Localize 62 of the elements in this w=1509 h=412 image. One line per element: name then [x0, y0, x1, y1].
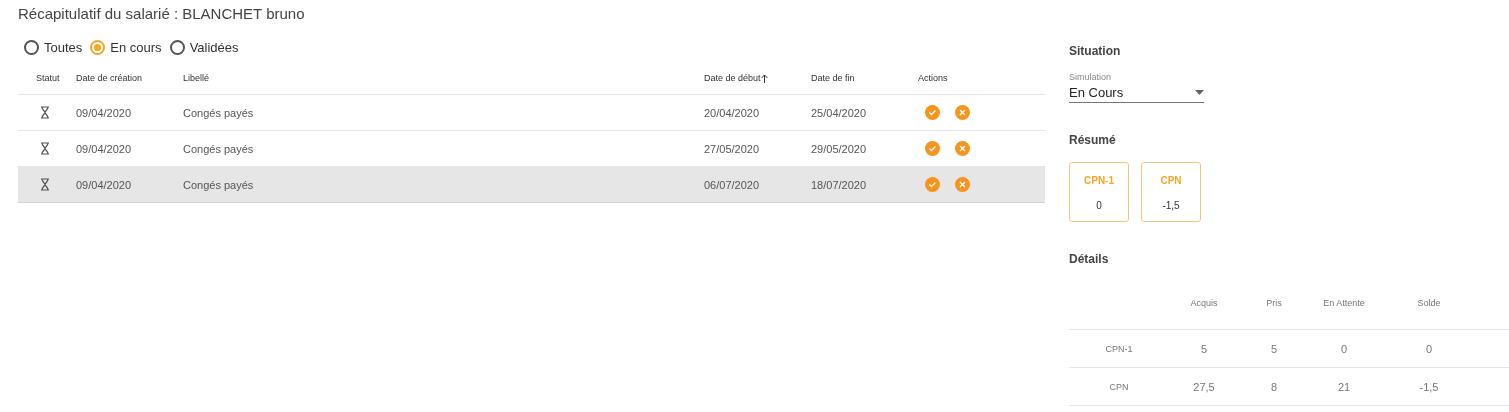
table-cell: 21	[1337, 380, 1351, 393]
table-cell-text: Congés payés	[183, 178, 255, 191]
column-header: Pris	[1266, 297, 1282, 308]
simulation-select[interactable]: En Cours	[1069, 82, 1204, 103]
table-cell: 0	[1425, 342, 1433, 355]
reject-button[interactable]	[955, 141, 970, 156]
column-header: Date de création	[76, 73, 144, 83]
approve-button[interactable]	[925, 177, 940, 192]
dropdown-icon	[1195, 89, 1204, 95]
column-header: En Attente	[1323, 297, 1365, 308]
hourglass-icon	[40, 106, 50, 119]
card-value: -1,5	[1162, 200, 1180, 211]
filter-radio[interactable]: Toutes	[24, 39, 83, 55]
table-cell-text: 18/07/2020	[811, 178, 868, 191]
table-cell-text: 06/07/2020	[704, 178, 761, 191]
close-icon	[958, 180, 967, 189]
filter-radio[interactable]: En cours	[90, 39, 162, 55]
table-cell-text: 09/04/2020	[76, 106, 133, 119]
column-header: Statut	[35, 73, 61, 83]
reject-button[interactable]	[955, 105, 970, 120]
close-icon	[958, 108, 967, 117]
hourglass-icon	[40, 178, 50, 191]
close-icon	[958, 144, 967, 153]
column-header: Libellé	[183, 73, 211, 83]
approve-button[interactable]	[925, 105, 940, 120]
row-label: CPN-1	[1105, 343, 1133, 354]
table-cell-text: 25/04/2020	[811, 106, 868, 119]
table-cell-text: 27/05/2020	[704, 142, 761, 155]
table-cell-text: 09/04/2020	[76, 142, 133, 155]
card-title: CPN	[1160, 175, 1182, 186]
hourglass-icon	[40, 142, 50, 155]
field-label: Simulation	[1069, 72, 1113, 82]
column-header: Date de début	[704, 73, 811, 83]
reject-button[interactable]	[955, 177, 970, 192]
table-cell: 8	[1270, 380, 1278, 393]
check-icon	[928, 180, 937, 189]
approve-button[interactable]	[925, 141, 940, 156]
table-cell: -1,5	[1419, 380, 1439, 393]
table-cell-text: Congés payés	[183, 142, 255, 155]
table-cell: 27,5	[1193, 380, 1215, 393]
check-icon	[928, 144, 937, 153]
row-label: CPN	[1109, 381, 1129, 392]
section-heading: Résumé	[1069, 133, 1117, 147]
table-cell: 0	[1340, 342, 1348, 355]
section-heading: Détails	[1069, 252, 1110, 266]
filter-radio[interactable]: Validées	[169, 39, 239, 55]
column-header: Acquis	[1190, 297, 1218, 308]
section-heading: Situation	[1069, 44, 1122, 58]
column-header: Solde	[1417, 297, 1441, 308]
table-cell: 5	[1200, 342, 1208, 355]
card-value: 0	[1096, 200, 1102, 211]
check-icon	[928, 108, 937, 117]
card-title: CPN-1	[1084, 175, 1114, 186]
page-title: Récapitulatif du salarié : BLANCHET bruno	[18, 5, 306, 24]
table-cell-text: Congés payés	[183, 106, 255, 119]
table-cell: 5	[1270, 342, 1278, 355]
table-cell-text: 09/04/2020	[76, 178, 133, 191]
table-cell-text: 20/04/2020	[704, 106, 761, 119]
sort-arrow-icon	[760, 73, 768, 83]
table-cell-text: 29/05/2020	[811, 142, 868, 155]
column-header: Date de fin	[811, 73, 856, 83]
column-header: Actions	[918, 73, 949, 83]
